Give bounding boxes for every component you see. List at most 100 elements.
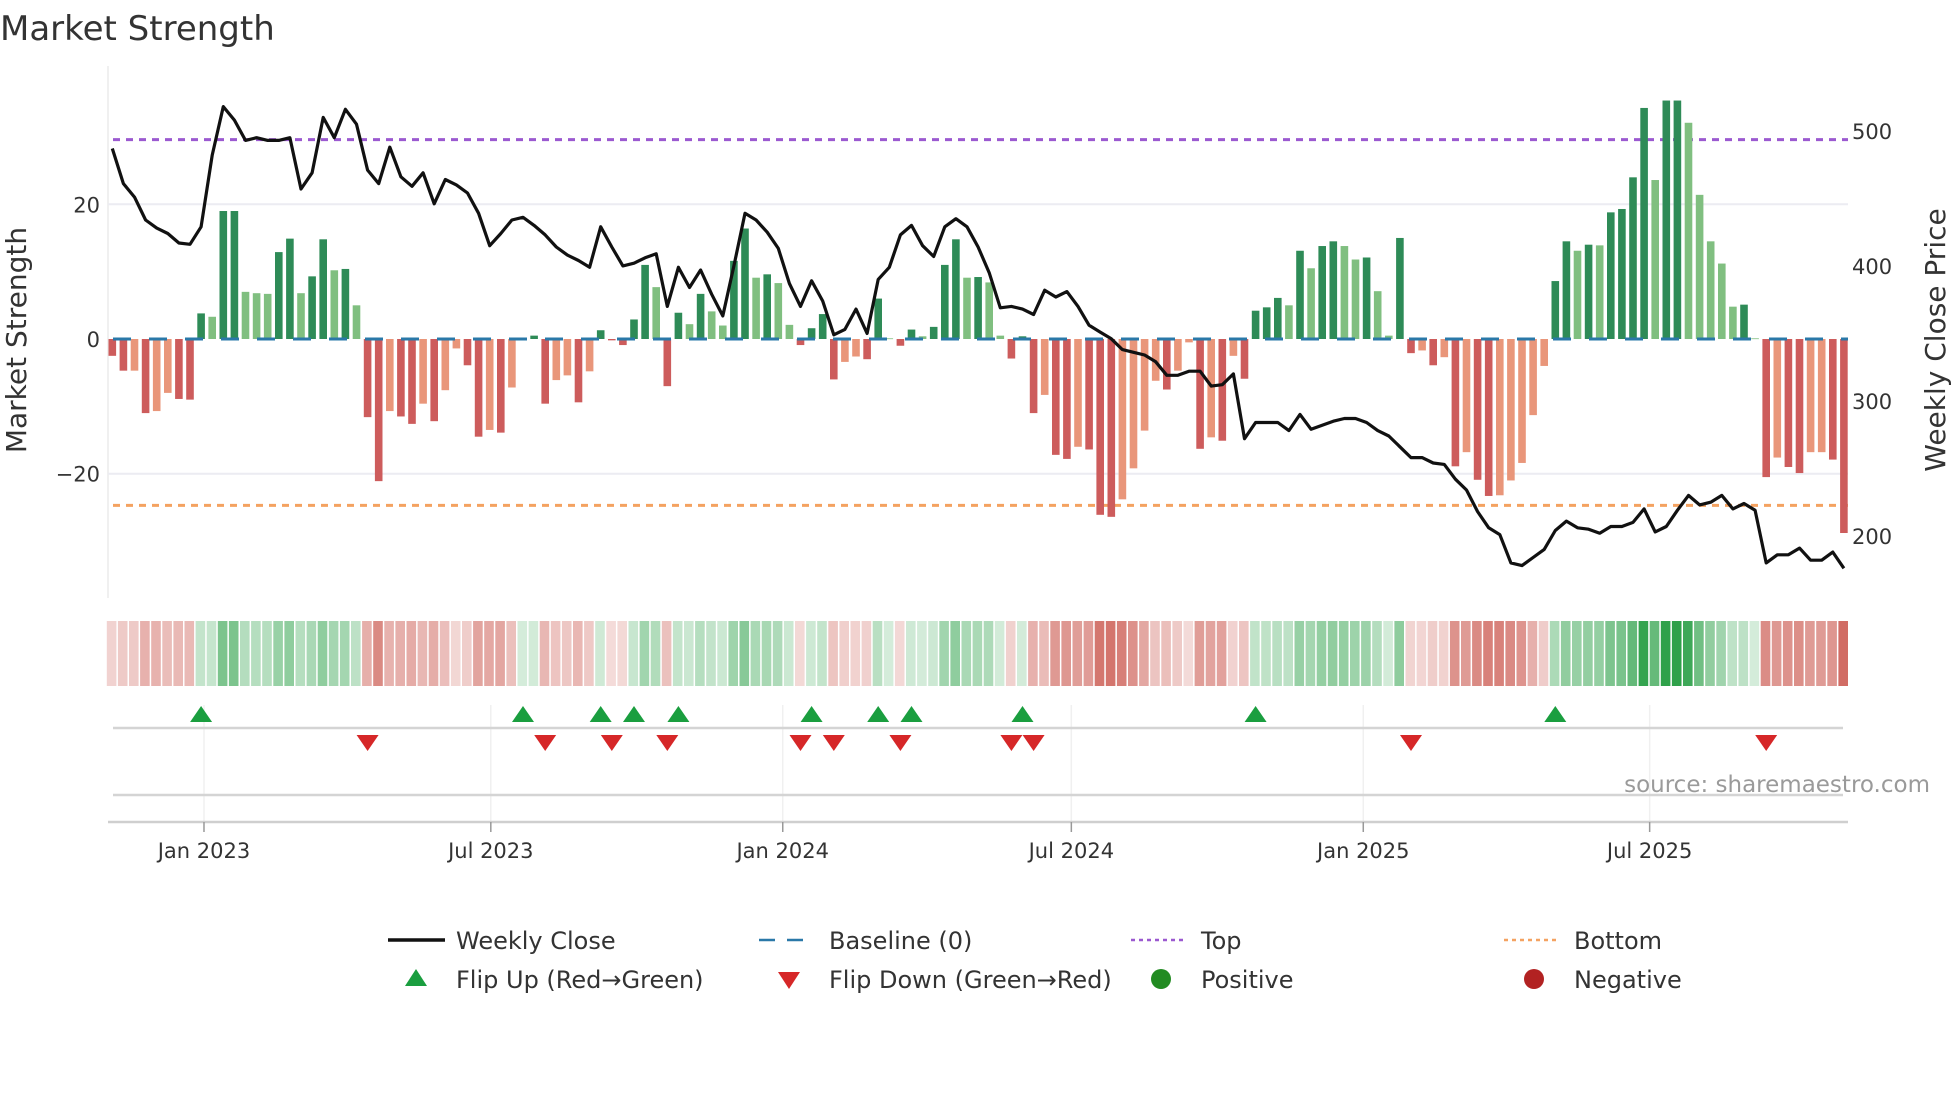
heatmap-cell [306,621,317,686]
strength-bar [974,277,982,339]
strength-bar [286,238,294,339]
strength-bar [141,339,150,414]
heatmap-cell [1671,621,1682,686]
heatmap-cell [450,621,461,686]
strength-bar [563,339,572,376]
strength-bar [552,339,561,381]
strength-bar [430,339,438,422]
strength-bar [1429,339,1437,366]
legend: Weekly Close Baseline (0) Top Bottom Fli… [388,927,1682,994]
legend-label-flip-up: Flip Up (Red→Green) [456,966,704,994]
heatmap-cell [1105,621,1116,686]
heatmap-cell [528,621,539,686]
heatmap-cell [861,621,872,686]
flip-up-triangle-icon [405,969,427,986]
strength-bar [1329,241,1338,339]
strength-bar [308,276,316,339]
strength-bar [774,283,783,339]
heatmap-cell [883,621,894,686]
strength-bar [197,313,205,339]
strength-bar [1285,305,1293,339]
heatmap-cell [173,621,183,686]
heatmap-cell [417,621,428,686]
y-right-tick-label: 400 [1852,255,1892,279]
strength-bar [441,339,450,391]
x-tick-label: Jan 2025 [1315,839,1410,863]
heatmap-cell [817,621,827,686]
strength-bar [1784,339,1793,467]
heatmap-cell [1660,621,1671,686]
strength-bar [275,252,283,339]
positive-dot-icon [1151,969,1171,989]
flip-down-marker [656,735,679,751]
strength-bar [1695,194,1704,339]
heatmap-cell [1083,621,1094,686]
heatmap-cell [1005,621,1016,686]
heatmap-cell [1494,621,1504,686]
heatmap-cell [428,621,439,686]
strength-bar [119,339,128,371]
strength-bar [941,264,949,339]
heatmap-cell [262,621,272,686]
legend-label-flip-down: Flip Down (Green→Red) [829,966,1112,994]
heatmap-cell [1227,621,1238,686]
heatmap-cell [1261,621,1271,686]
heatmap-cell [584,621,594,686]
flip-up-marker [1011,706,1034,722]
strength-bar [297,293,305,339]
strength-bar [1806,339,1815,453]
heatmap-cell [184,621,195,686]
strength-bar [1840,339,1848,534]
strength-bar [1118,339,1127,500]
strength-bar [1662,100,1671,339]
strength-bar [219,211,228,339]
heatmap-cell [1361,621,1371,686]
strength-bar [374,339,383,482]
strength-bar [341,268,350,339]
legend-label-weekly-close: Weekly Close [456,927,616,955]
strength-bar [996,335,1005,339]
strength-bar [652,287,660,339]
strength-bar [818,314,827,339]
heatmap-cell [1028,621,1038,686]
heatmap-cell [1116,621,1127,686]
strength-bar [241,291,250,339]
strength-bar [330,270,339,339]
heatmap-cell [706,621,716,686]
heatmap-cell [1716,621,1726,686]
heatmap-cell [1139,621,1149,686]
heatmap-cell [1250,621,1260,686]
heatmap-cell [850,621,861,686]
strength-bar [929,326,938,339]
heatmap-cell [573,621,583,686]
strength-bar [1418,339,1426,351]
heatmap-cell [1749,621,1760,686]
strength-bar [963,277,971,339]
strength-bar [707,311,716,339]
strength-bar [1706,241,1715,339]
strength-bar [608,339,616,341]
heatmap-cell [495,621,505,686]
heatmap-cell [162,621,172,686]
strength-bar [1451,339,1460,467]
legend-label-top: Top [1200,927,1242,955]
strength-bar [1440,339,1449,358]
strength-bar [1085,339,1093,450]
strength-bar [463,339,472,366]
strength-bar [263,293,272,339]
strength-bar [1163,339,1171,390]
heatmap-cell [550,621,561,686]
heatmap-cell [839,621,849,686]
x-tick-label: Jul 2024 [1027,839,1114,863]
heatmap-cell [1461,621,1471,686]
strength-bar [685,324,694,339]
heatmap-cell [906,621,916,686]
strength-heatmap-strip [106,621,1848,686]
strength-bar [252,293,261,339]
strength-bar [1318,246,1326,339]
strength-bar [1462,339,1471,453]
heatmap-cell [328,621,339,686]
grid-lines [107,66,1848,822]
heatmap-cell [939,621,949,686]
flip-up-marker [623,706,645,722]
